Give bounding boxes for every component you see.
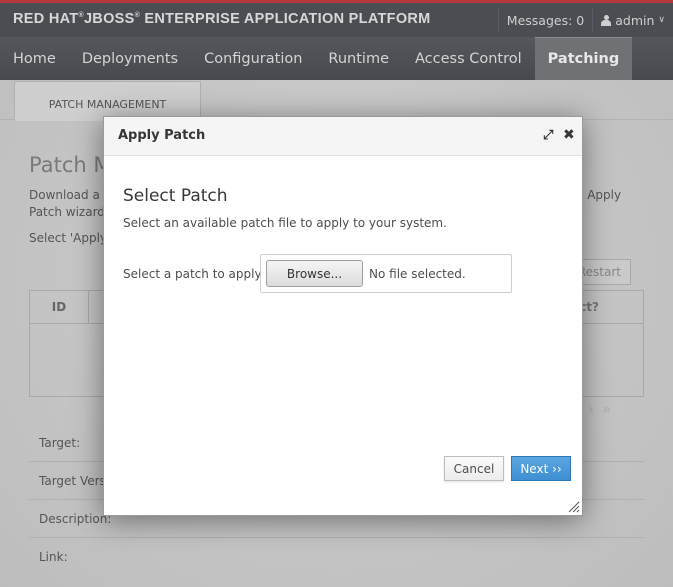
- nav-tab-runtime[interactable]: Runtime: [315, 37, 402, 80]
- next-page-icon[interactable]: ›: [588, 400, 602, 418]
- nav-tab-access-control[interactable]: Access Control: [402, 37, 535, 80]
- header-utilities: Messages: 0 admin ∨: [497, 3, 673, 37]
- detail-label: Description:: [39, 511, 112, 526]
- browse-button[interactable]: Browse...: [266, 260, 363, 287]
- patch-file-label: Select a patch to apply: [123, 267, 262, 281]
- messages-link[interactable]: Messages: 0: [499, 13, 592, 28]
- user-icon: [601, 14, 612, 26]
- detail-row-link: Link:: [29, 538, 644, 576]
- next-button[interactable]: Next ››: [511, 456, 571, 481]
- dialog-title: Apply Patch: [118, 128, 206, 143]
- last-page-icon[interactable]: »: [602, 400, 619, 418]
- patch-file-input[interactable]: Browse... No file selected.: [260, 254, 512, 293]
- resize-grip-icon[interactable]: [568, 501, 580, 513]
- chevron-down-icon: ∨: [658, 15, 665, 25]
- description-line: Download a p: [29, 188, 112, 202]
- table-pager: ›»: [588, 400, 619, 418]
- cancel-button[interactable]: Cancel: [444, 456, 504, 481]
- detail-label: Target:: [39, 435, 81, 450]
- column-header-id[interactable]: ID: [30, 291, 89, 323]
- step-title: Select Patch: [123, 186, 228, 206]
- nav-tab-patching[interactable]: Patching: [534, 37, 633, 80]
- close-icon[interactable]: ✖: [563, 128, 577, 142]
- brand-redhat: RED HAT: [13, 11, 79, 27]
- top-header: RED HAT®JBOSS® ENTERPRISE APPLICATION PL…: [0, 0, 673, 37]
- dialog-header[interactable]: Apply Patch ⤢ ✖: [104, 117, 582, 156]
- brand-jboss: JBOSS: [83, 11, 135, 27]
- subtab-patch-management[interactable]: PATCH MANAGEMENT: [14, 81, 201, 121]
- messages-label: Messages: 0: [506, 12, 585, 28]
- main-nav: Home Deployments Configuration Runtime A…: [0, 37, 673, 80]
- product-logo: RED HAT®JBOSS® ENTERPRISE APPLICATION PL…: [13, 11, 431, 27]
- file-status: No file selected.: [369, 267, 466, 281]
- nav-tab-deployments[interactable]: Deployments: [69, 37, 191, 80]
- user-name: admin: [615, 12, 655, 28]
- page-title: Patch M: [29, 153, 112, 177]
- brand-product: ENTERPRISE APPLICATION PLATFORM: [140, 11, 431, 27]
- nav-tab-configuration[interactable]: Configuration: [191, 37, 315, 80]
- apply-patch-dialog: Apply Patch ⤢ ✖ Select Patch Select an a…: [103, 116, 583, 516]
- maximize-icon[interactable]: ⤢: [543, 129, 557, 143]
- step-description: Select an available patch file to apply …: [123, 216, 447, 230]
- nav-tab-home[interactable]: Home: [0, 37, 69, 80]
- user-menu[interactable]: admin ∨: [593, 13, 673, 28]
- detail-label: Link:: [39, 550, 68, 564]
- description-line: Patch wizard: [29, 205, 105, 219]
- detail-label: Target Vers: [39, 473, 106, 488]
- page-instruction: Select 'Apply: [29, 231, 108, 245]
